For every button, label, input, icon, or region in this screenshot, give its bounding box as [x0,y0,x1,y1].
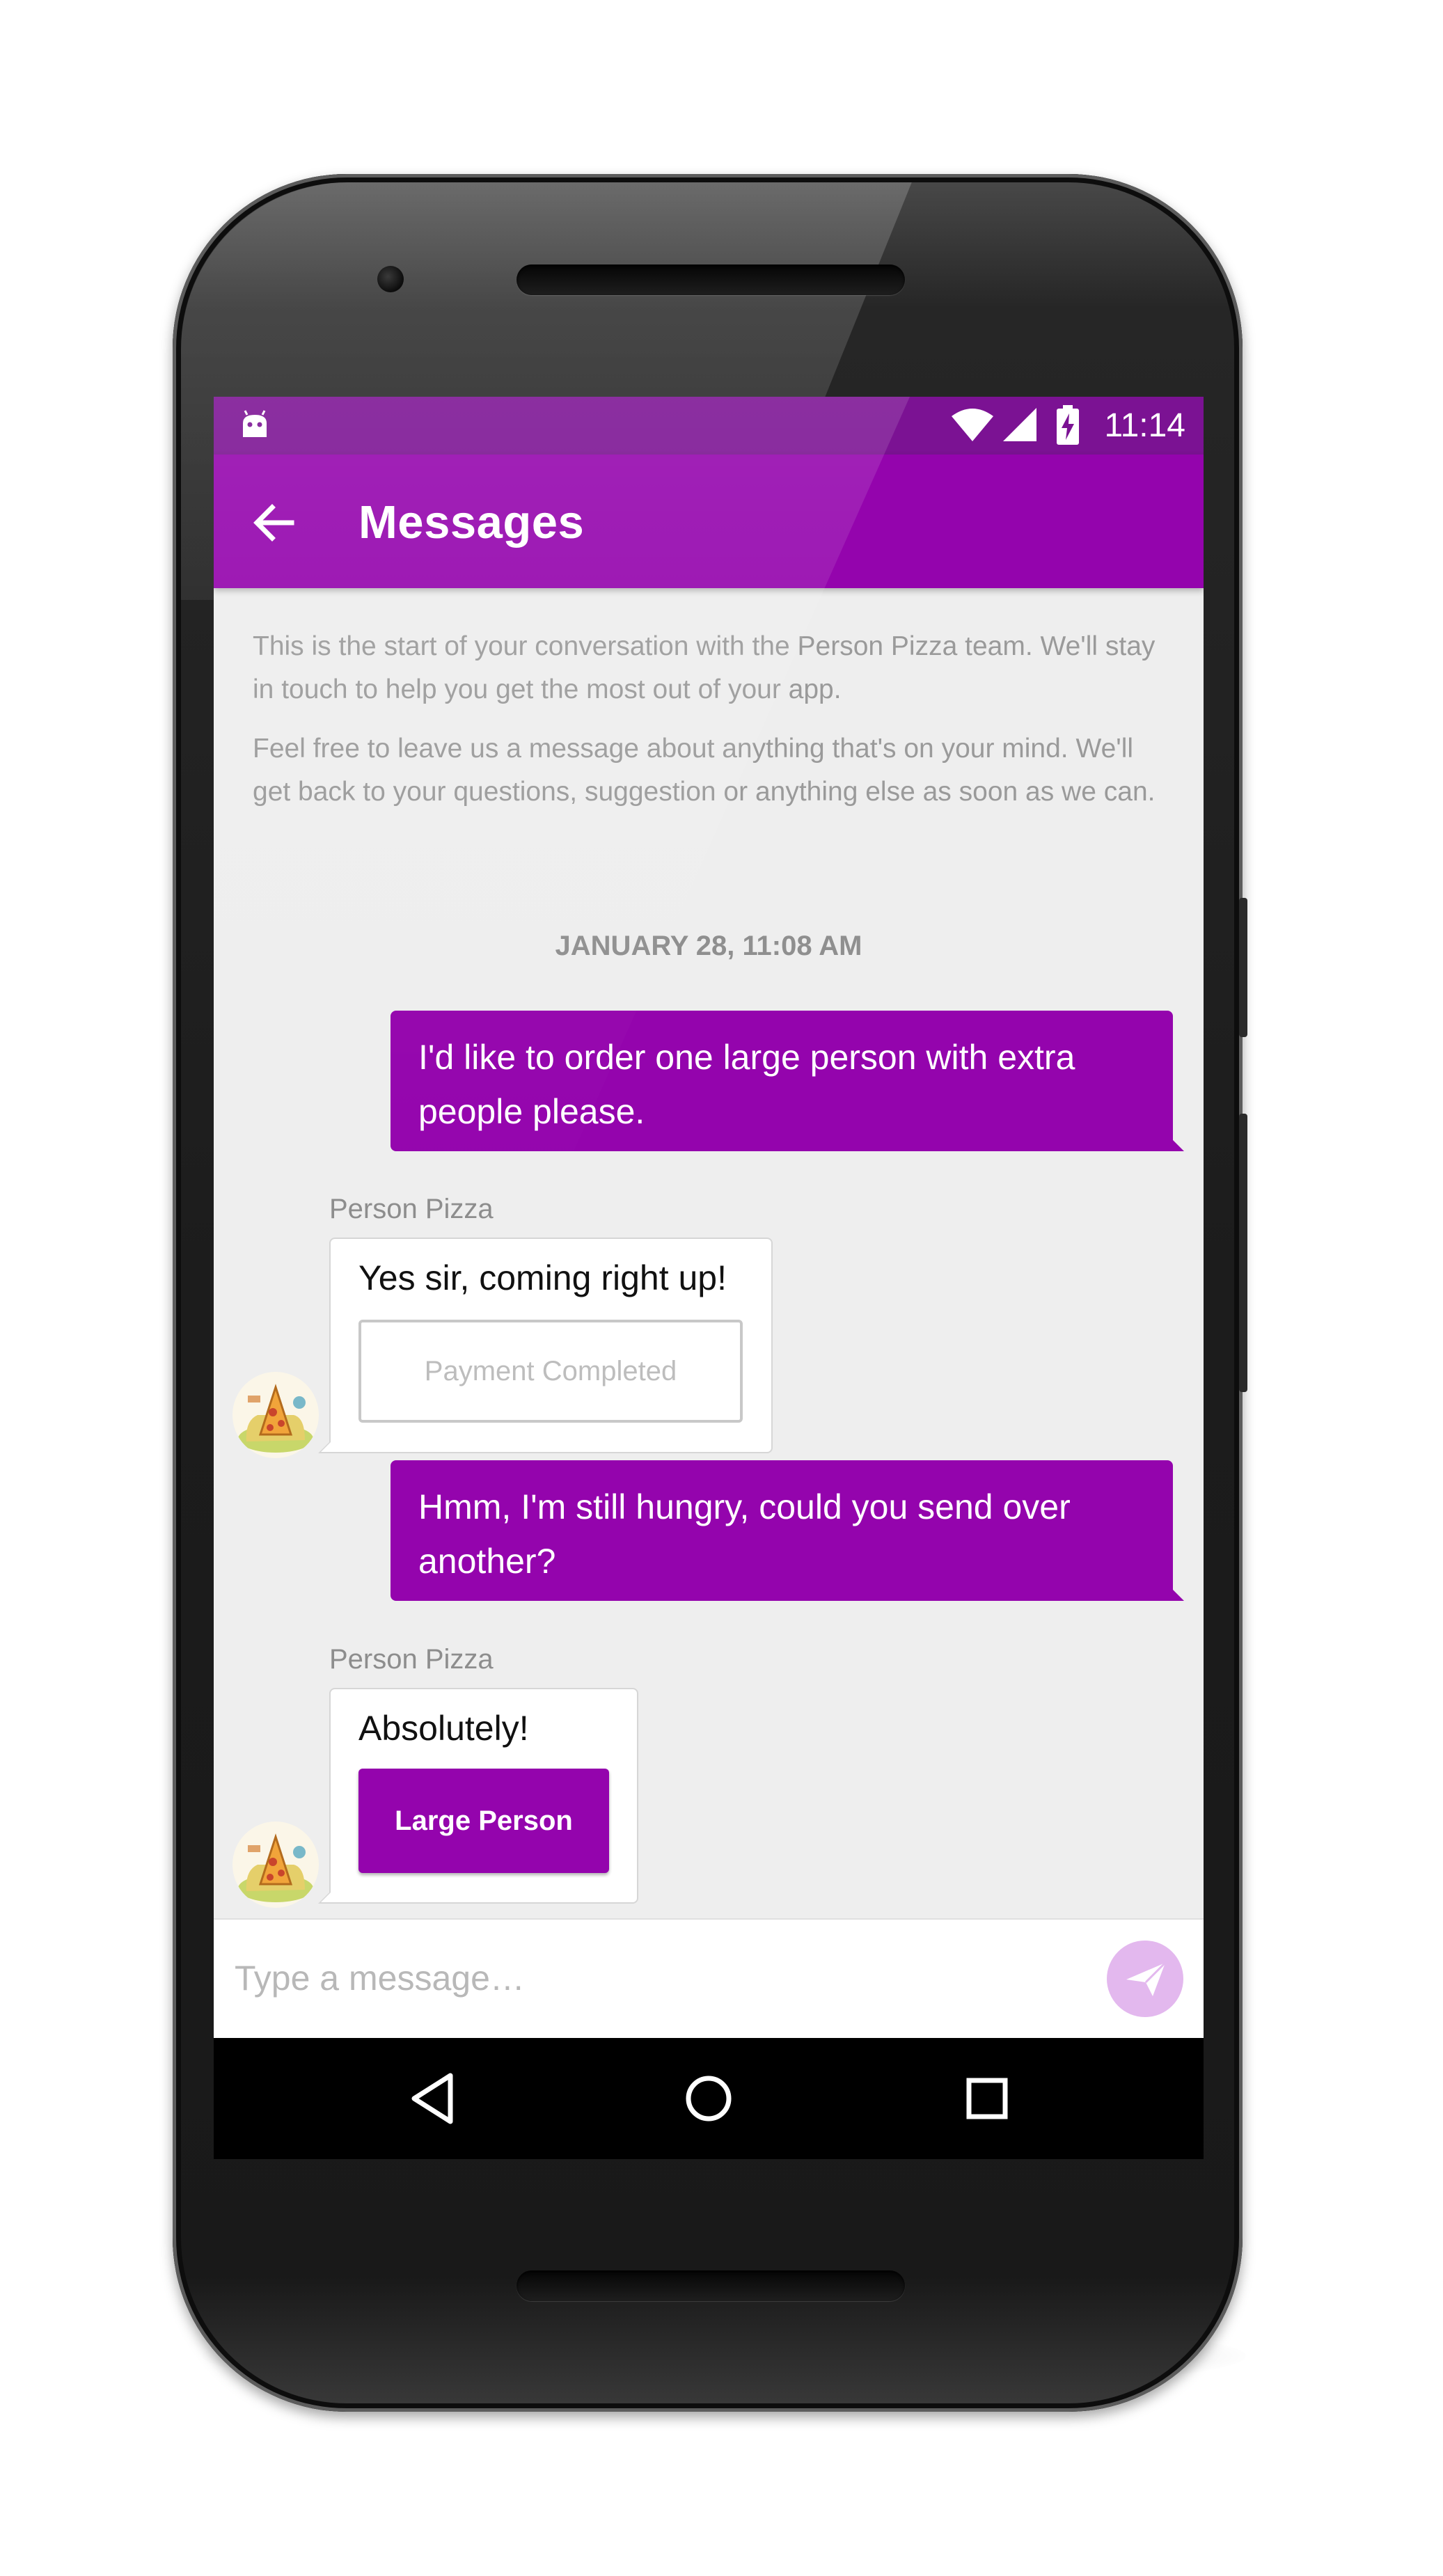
screen: 11:14 Messages This is the start of your… [214,397,1204,2159]
app-bar: Messages [214,455,1204,588]
nav-back-icon[interactable] [396,2060,473,2137]
android-notification-icon [243,410,267,437]
top-speaker [517,264,905,295]
nav-home-icon[interactable] [670,2060,747,2137]
intro-paragraph: This is the start of your conversation w… [253,631,1156,704]
incoming-message: Yes sir, coming right up! Payment Comple… [318,1238,773,1453]
status-bar: 11:14 [214,397,1204,455]
outgoing-message: I'd like to order one large person with … [391,1011,1184,1151]
sender-name: Person Pizza [329,1194,494,1224]
sender-name: Person Pizza [329,1644,494,1675]
battery-charging-icon [1057,405,1079,445]
pizza-avatar-image [238,1833,313,1902]
power-button [1239,898,1247,1037]
page-title: Messages [358,496,585,548]
outgoing-message: Hmm, I'm still hungry, could you send ov… [391,1460,1184,1601]
volume-button [1239,1114,1247,1392]
incoming-message-text: Yes sir, coming right up! [358,1258,727,1297]
message-composer [214,1918,1204,2038]
intro-paragraph: Feel free to leave us a message about an… [253,734,1156,807]
wifi-icon [952,409,993,441]
front-camera [377,266,404,292]
large-person-button[interactable]: Large Person [358,1769,609,1873]
date-separator: JANUARY 28, 11:08 AM [555,931,862,961]
bottom-speaker [517,2270,905,2301]
back-arrow-icon[interactable] [251,500,296,545]
system-navigation-bar [214,2038,1204,2159]
status-time: 11:14 [1104,407,1185,444]
payment-completed-button[interactable]: Payment Completed [358,1320,743,1423]
pizza-avatar-image [238,1384,313,1453]
incoming-message: Absolutely! Large Person [318,1688,638,1904]
nav-recents-icon[interactable] [949,2060,1025,2137]
send-button[interactable] [1107,1941,1183,2017]
message-input[interactable] [233,1946,1071,2010]
signal-icon [1003,408,1036,441]
avatar [232,1372,319,1458]
incoming-message-text: Absolutely! [358,1709,529,1748]
avatar [232,1822,319,1908]
send-icon [1126,1961,1167,1996]
